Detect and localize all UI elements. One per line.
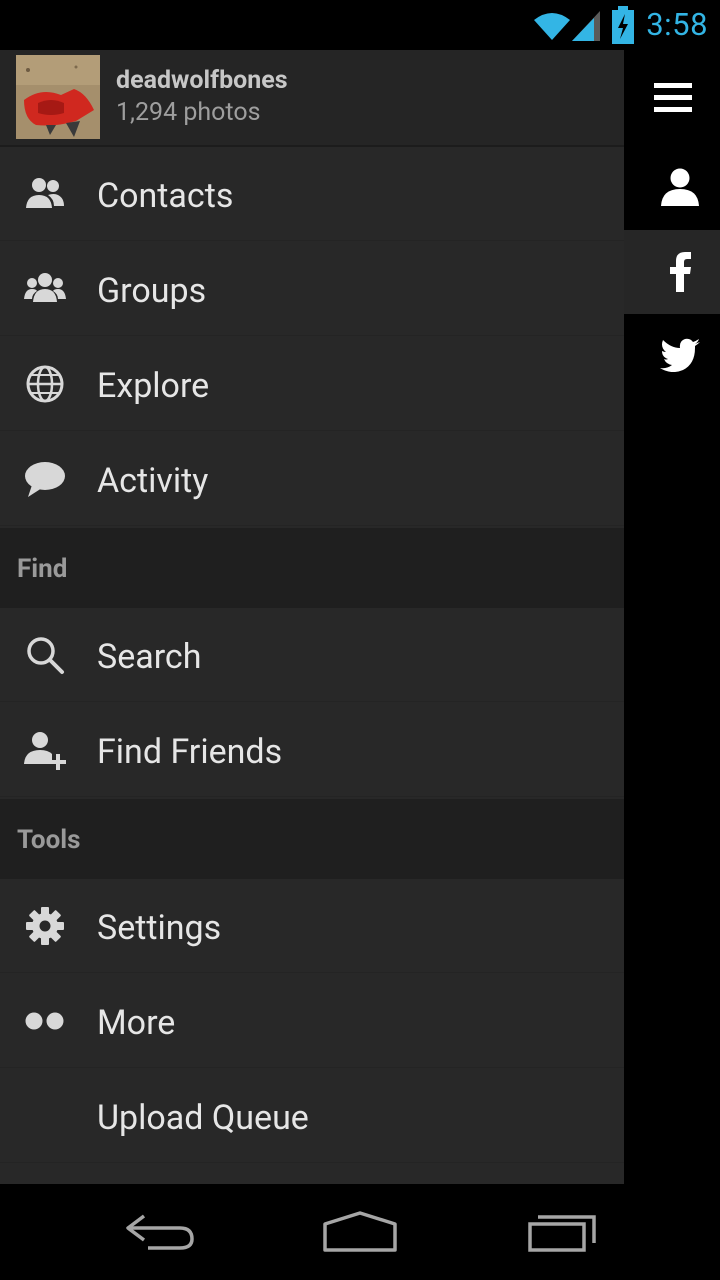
facebook-icon bbox=[670, 252, 691, 292]
account-button[interactable] bbox=[624, 146, 720, 230]
menu-item-groups[interactable]: Groups bbox=[0, 242, 624, 336]
menu-toggle-button[interactable] bbox=[624, 50, 720, 146]
facebook-button[interactable] bbox=[624, 230, 720, 314]
globe-icon bbox=[26, 365, 64, 403]
menu-item-settings[interactable]: Settings bbox=[0, 879, 624, 973]
more-dots-icon bbox=[25, 1012, 64, 1030]
wifi-icon bbox=[534, 13, 570, 40]
battery-charging-icon bbox=[612, 6, 634, 44]
profile-header[interactable]: deadwolfbones 1,294 photos bbox=[0, 50, 624, 147]
speech-bubble-icon bbox=[25, 462, 65, 497]
section-header-tools: Tools bbox=[0, 799, 624, 879]
navigation-drawer: deadwolfbones 1,294 photos Contacts Grou… bbox=[0, 50, 624, 1184]
section-header-label: Find bbox=[17, 554, 68, 584]
menu-item-label: Contacts bbox=[97, 176, 234, 216]
share-rail bbox=[624, 50, 720, 1184]
menu-item-more[interactable]: More bbox=[0, 974, 624, 1068]
menu-item-label: Groups bbox=[97, 271, 207, 311]
section-header-find: Find bbox=[0, 528, 624, 608]
section-header-label: Tools bbox=[17, 825, 81, 855]
twitter-icon bbox=[660, 338, 700, 372]
menu-item-label: Settings bbox=[97, 908, 222, 948]
signal-icon bbox=[572, 11, 600, 41]
gear-icon bbox=[26, 907, 64, 945]
photo-count: 1,294 photos bbox=[116, 98, 261, 127]
groups-icon bbox=[24, 273, 66, 302]
recent-apps-icon[interactable] bbox=[526, 1210, 598, 1254]
search-icon bbox=[27, 637, 64, 674]
avatar[interactable] bbox=[16, 55, 100, 139]
menu-item-upload-queue[interactable]: Upload Queue bbox=[0, 1069, 624, 1163]
menu-item-label: Search bbox=[97, 637, 202, 677]
contacts-icon bbox=[26, 178, 64, 208]
menu-item-find-friends[interactable]: Find Friends bbox=[0, 703, 624, 797]
add-person-icon bbox=[24, 732, 66, 770]
menu-item-label: Find Friends bbox=[97, 732, 283, 772]
twitter-button[interactable] bbox=[624, 314, 720, 398]
menu-item-contacts[interactable]: Contacts bbox=[0, 147, 624, 241]
home-icon[interactable] bbox=[322, 1210, 398, 1254]
username: deadwolfbones bbox=[116, 66, 288, 95]
menu-item-explore[interactable]: Explore bbox=[0, 337, 624, 431]
menu-item-label: Upload Queue bbox=[97, 1098, 309, 1138]
person-icon bbox=[661, 168, 699, 206]
menu-item-label: Explore bbox=[97, 366, 210, 406]
menu-item-activity[interactable]: Activity bbox=[0, 432, 624, 526]
system-navigation-bar bbox=[0, 1184, 720, 1280]
menu-icon bbox=[654, 83, 692, 112]
menu-item-search[interactable]: Search bbox=[0, 608, 624, 702]
back-icon[interactable] bbox=[124, 1210, 196, 1252]
status-bar: 3:58 bbox=[0, 0, 720, 50]
menu-item-label: Activity bbox=[97, 461, 209, 501]
clock: 3:58 bbox=[646, 6, 708, 43]
menu-item-label: More bbox=[97, 1003, 176, 1043]
